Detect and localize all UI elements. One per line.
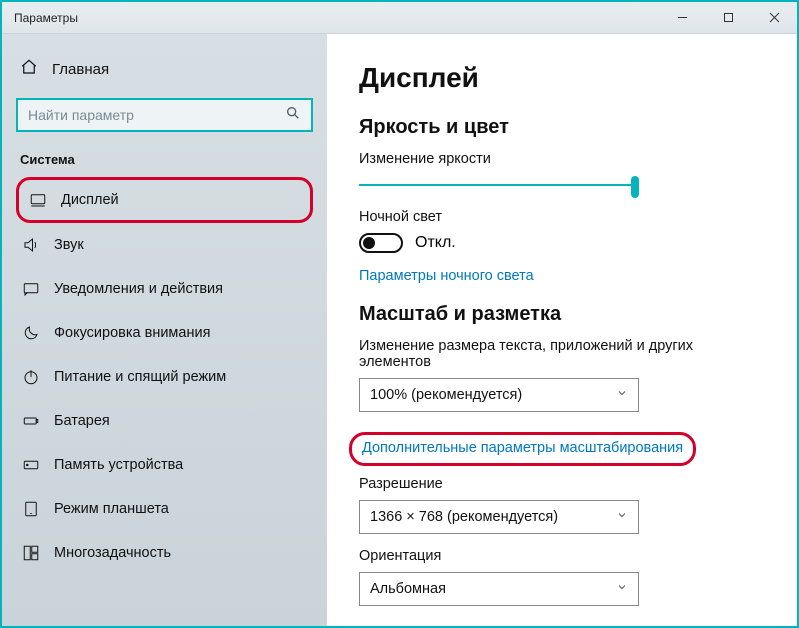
sidebar-item-label: Режим планшета bbox=[54, 501, 169, 517]
scale-size-select[interactable]: 100% (рекомендуется) bbox=[359, 378, 639, 412]
night-light-settings-link[interactable]: Параметры ночного света bbox=[359, 268, 534, 284]
sidebar-item-label: Дисплей bbox=[61, 192, 119, 208]
brightness-heading: Яркость и цвет bbox=[359, 116, 765, 139]
sidebar-item-label: Память устройства bbox=[54, 457, 183, 473]
titlebar: Параметры bbox=[2, 2, 797, 34]
resolution-label: Разрешение bbox=[359, 476, 765, 492]
window-title: Параметры bbox=[14, 11, 659, 25]
search-input-container[interactable] bbox=[16, 98, 313, 132]
sidebar-item-battery[interactable]: Батарея bbox=[16, 399, 313, 443]
message-icon bbox=[22, 280, 40, 298]
sidebar-item-tablet[interactable]: Режим планшета bbox=[16, 487, 313, 531]
sidebar: Главная Система Дисплей Звук Уведомления… bbox=[2, 34, 327, 626]
sidebar-item-notifications[interactable]: Уведомления и действия bbox=[16, 267, 313, 311]
power-icon bbox=[22, 368, 40, 386]
orientation-label: Ориентация bbox=[359, 548, 765, 564]
resolution-value: 1366 × 768 (рекомендуется) bbox=[370, 509, 558, 525]
storage-icon bbox=[22, 456, 40, 474]
sidebar-item-storage[interactable]: Память устройства bbox=[16, 443, 313, 487]
sidebar-item-focus[interactable]: Фокусировка внимания bbox=[16, 311, 313, 355]
sidebar-item-multitask[interactable]: Многозадачность bbox=[16, 531, 313, 575]
chevron-down-icon bbox=[616, 387, 628, 403]
highlight-display: Дисплей bbox=[16, 177, 313, 223]
sidebar-item-label: Фокусировка внимания bbox=[54, 325, 210, 341]
sidebar-item-sound[interactable]: Звук bbox=[16, 223, 313, 267]
brightness-label: Изменение яркости bbox=[359, 151, 765, 167]
night-light-toggle[interactable] bbox=[359, 233, 403, 253]
sidebar-item-label: Батарея bbox=[54, 413, 110, 429]
resolution-select[interactable]: 1366 × 768 (рекомендуется) bbox=[359, 500, 639, 534]
advanced-scaling-link[interactable]: Дополнительные параметры масштабирования bbox=[362, 440, 683, 456]
minimize-button[interactable] bbox=[659, 2, 705, 34]
home-link[interactable]: Главная bbox=[16, 52, 313, 98]
sidebar-item-label: Звук bbox=[54, 237, 84, 253]
monitor-icon bbox=[29, 191, 47, 209]
night-light-label: Ночной свет bbox=[359, 209, 765, 225]
battery-icon bbox=[22, 412, 40, 430]
scale-heading: Масштаб и разметка bbox=[359, 303, 765, 326]
sidebar-item-label: Уведомления и действия bbox=[54, 281, 223, 297]
chevron-down-icon bbox=[616, 509, 628, 525]
toggle-knob bbox=[363, 237, 375, 249]
sidebar-item-display[interactable]: Дисплей bbox=[23, 182, 306, 218]
sidebar-item-power[interactable]: Питание и спящий режим bbox=[16, 355, 313, 399]
tablet-icon bbox=[22, 500, 40, 518]
brightness-slider[interactable] bbox=[359, 175, 639, 197]
speaker-icon bbox=[22, 236, 40, 254]
scale-size-value: 100% (рекомендуется) bbox=[370, 387, 522, 403]
chevron-down-icon bbox=[616, 581, 628, 597]
section-label: Система bbox=[16, 152, 313, 167]
multitask-icon bbox=[22, 544, 40, 562]
orientation-value: Альбомная bbox=[370, 581, 446, 597]
slider-thumb[interactable] bbox=[631, 176, 639, 198]
maximize-button[interactable] bbox=[705, 2, 751, 34]
home-label: Главная bbox=[52, 61, 109, 78]
search-icon bbox=[285, 105, 301, 126]
home-icon bbox=[20, 58, 38, 80]
moon-icon bbox=[22, 324, 40, 342]
search-input[interactable] bbox=[28, 107, 285, 123]
scale-size-label: Изменение размера текста, приложений и д… bbox=[359, 338, 765, 370]
highlight-advanced-scaling: Дополнительные параметры масштабирования bbox=[349, 432, 696, 466]
page-title: Дисплей bbox=[359, 62, 765, 94]
slider-track bbox=[359, 184, 639, 186]
close-button[interactable] bbox=[751, 2, 797, 34]
main-panel: Дисплей Яркость и цвет Изменение яркости… bbox=[327, 34, 797, 626]
night-light-state: Откл. bbox=[415, 234, 456, 252]
orientation-select[interactable]: Альбомная bbox=[359, 572, 639, 606]
sidebar-item-label: Питание и спящий режим bbox=[54, 369, 226, 385]
sidebar-item-label: Многозадачность bbox=[54, 545, 171, 561]
